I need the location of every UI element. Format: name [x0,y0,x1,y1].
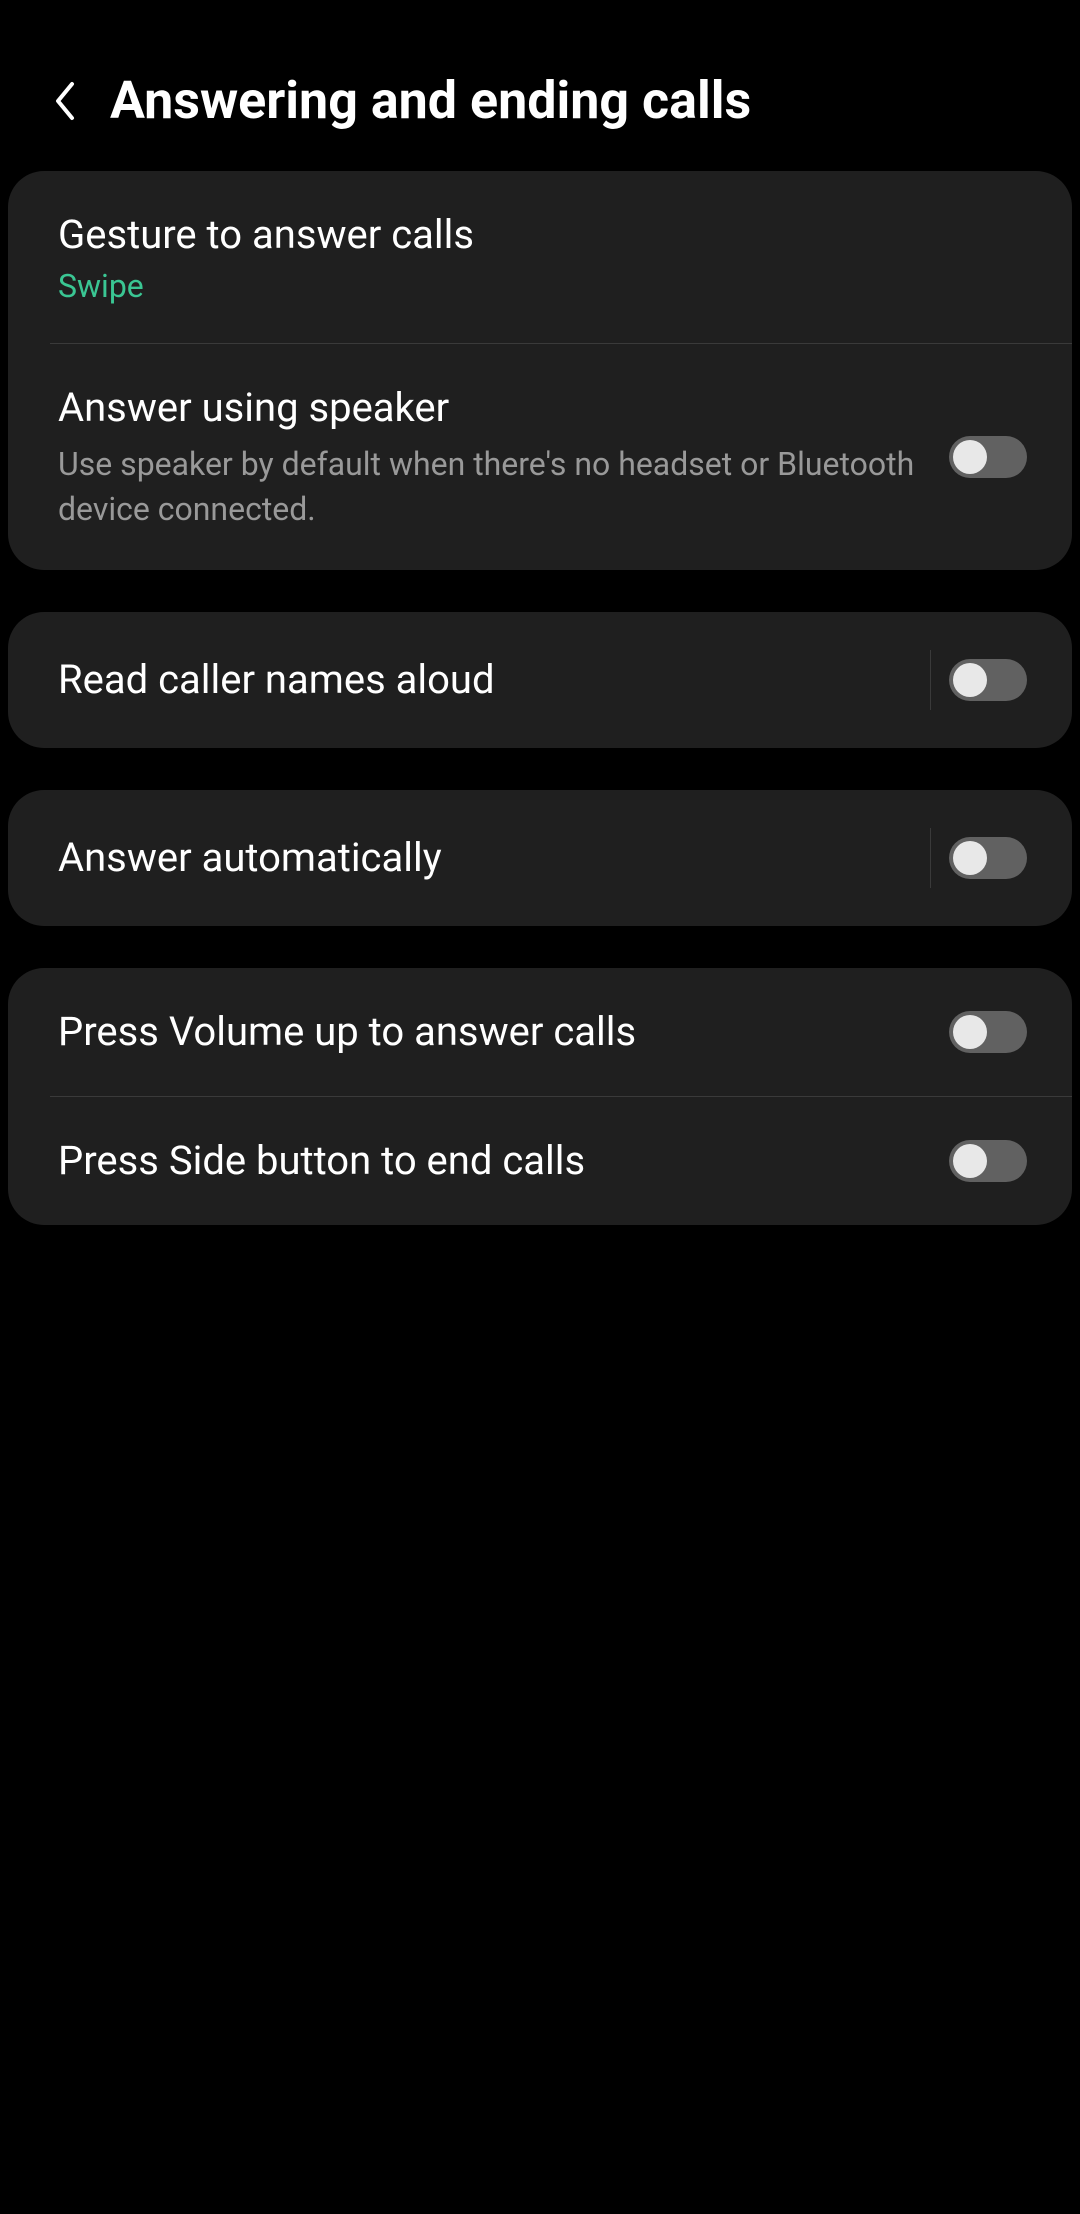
setting-title: Press Volume up to answer calls [58,1006,929,1058]
toggle-knob [953,841,987,875]
toggle-knob [953,1144,987,1178]
setting-text: Gesture to answer calls Swipe [58,209,1027,305]
answer-speaker-toggle[interactable] [949,436,1027,478]
setting-title: Gesture to answer calls [58,209,1027,261]
toggle-wrapper [949,1140,1027,1182]
page-title: Answering and ending calls [110,70,751,131]
side-button-end-toggle[interactable] [949,1140,1027,1182]
setting-text: Press Side button to end calls [58,1135,929,1187]
settings-content: Gesture to answer calls Swipe Answer usi… [0,171,1080,1225]
setting-text: Read caller names aloud [58,654,910,706]
toggle-knob [953,663,987,697]
setting-text: Answer using speaker Use speaker by defa… [58,382,929,532]
volume-up-answer-row[interactable]: Press Volume up to answer calls [8,968,1072,1096]
read-caller-names-toggle[interactable] [949,659,1027,701]
answer-automatically-row[interactable]: Answer automatically [8,790,1072,926]
vertical-divider [930,828,931,888]
settings-group: Press Volume up to answer calls Press Si… [8,968,1072,1225]
settings-group: Answer automatically [8,790,1072,926]
setting-text: Press Volume up to answer calls [58,1006,929,1058]
gesture-to-answer-row[interactable]: Gesture to answer calls Swipe [8,171,1072,343]
read-caller-names-row[interactable]: Read caller names aloud [8,612,1072,748]
toggle-wrapper [949,1011,1027,1053]
toggle-wrapper [930,828,1027,888]
toggle-knob [953,440,987,474]
answer-automatically-toggle[interactable] [949,837,1027,879]
back-icon[interactable] [50,76,80,126]
toggle-wrapper [930,650,1027,710]
setting-title: Answer automatically [58,832,910,884]
answer-using-speaker-row[interactable]: Answer using speaker Use speaker by defa… [8,344,1072,570]
setting-title: Read caller names aloud [58,654,910,706]
header: Answering and ending calls [0,0,1080,171]
setting-title: Answer using speaker [58,382,929,434]
toggle-knob [953,1015,987,1049]
toggle-wrapper [949,436,1027,478]
setting-title: Press Side button to end calls [58,1135,929,1187]
settings-group: Gesture to answer calls Swipe Answer usi… [8,171,1072,570]
settings-group: Read caller names aloud [8,612,1072,748]
setting-value: Swipe [58,267,1027,305]
vertical-divider [930,650,931,710]
side-button-end-row[interactable]: Press Side button to end calls [8,1097,1072,1225]
setting-description: Use speaker by default when there's no h… [58,442,929,532]
setting-text: Answer automatically [58,832,910,884]
volume-up-answer-toggle[interactable] [949,1011,1027,1053]
